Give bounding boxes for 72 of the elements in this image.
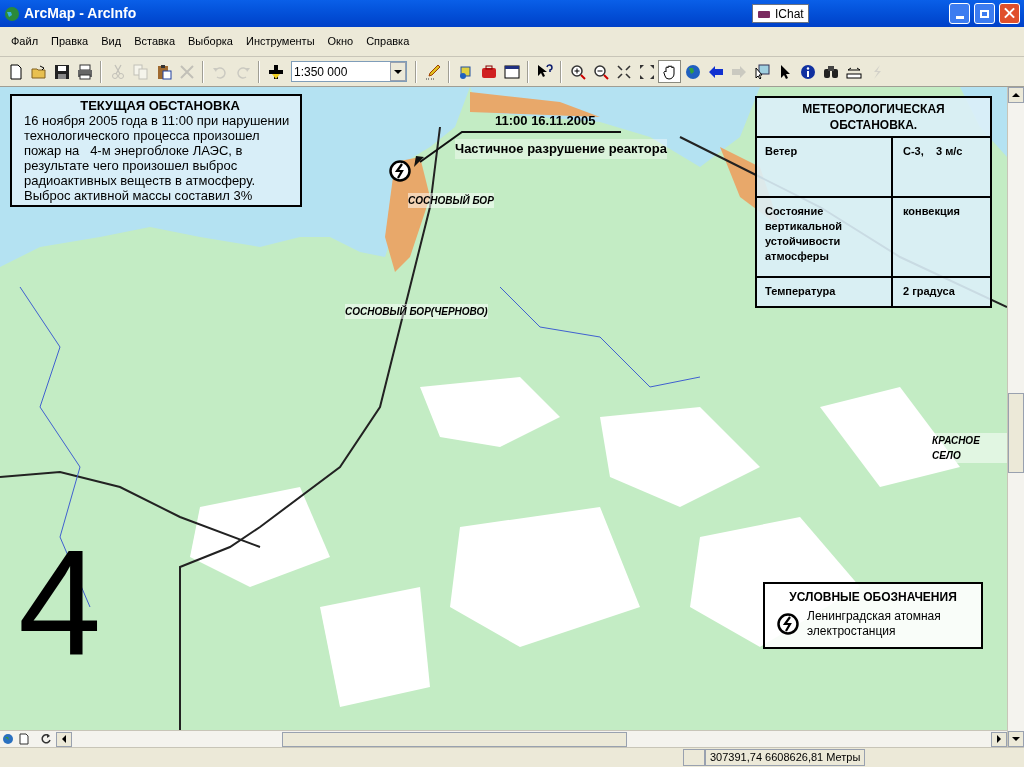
minimize-button[interactable]: [949, 3, 970, 24]
zoom-in-icon: [569, 63, 586, 80]
scroll-right-button[interactable]: [991, 731, 1007, 747]
close-button[interactable]: [999, 3, 1020, 24]
window-title: ArcMap - ArcInfo: [24, 4, 137, 23]
printer-icon: [76, 63, 93, 80]
horizontal-scrollbar[interactable]: [0, 730, 1007, 747]
legend-label: Ленинградская атомная электростанция: [807, 609, 942, 639]
pencil-icon: [424, 63, 441, 80]
menu-item[interactable]: Файл: [8, 33, 42, 50]
vertical-scrollbar[interactable]: [1007, 87, 1024, 747]
save-icon: [53, 63, 70, 80]
scroll-up-button[interactable]: [1008, 87, 1024, 103]
toolbox-icon: [480, 63, 497, 80]
slide-number: 4: [18, 527, 102, 677]
map-place-label: КРАСНОЕ СЕЛО: [932, 433, 1007, 463]
scissors-icon: [109, 63, 126, 80]
weather-parameter: Состояние вертикальной устойчивости атмосферы: [757, 198, 893, 276]
menu-item[interactable]: Выборка: [185, 33, 236, 50]
menu-item[interactable]: Вид: [98, 33, 125, 50]
hand-icon: [661, 63, 678, 80]
copy-icon: [132, 63, 149, 80]
weather-value: конвекция: [902, 204, 961, 219]
stack-icon: [457, 63, 474, 80]
select-features-icon: [753, 63, 770, 80]
add-plus-icon: [267, 63, 284, 80]
panel-title: ТЕКУЩАЯ ОБСТАНОВКА: [79, 98, 241, 113]
toolbar-button[interactable]: [658, 60, 681, 83]
weather-value: 2 градуса: [902, 284, 956, 299]
event-label: Частичное разрушение реактора: [455, 139, 667, 159]
clipboard-icon: [155, 63, 172, 80]
arrows-outward-icon: [638, 63, 655, 80]
scroll-thumb[interactable]: [1008, 393, 1024, 473]
binoculars-icon: [822, 63, 839, 80]
help-pointer-icon: [536, 63, 553, 80]
menu-item[interactable]: Окно: [324, 33, 357, 50]
weather-parameter: Температура: [757, 278, 893, 306]
menu-item[interactable]: Справка: [363, 33, 413, 50]
taskbar-hint[interactable]: IChat: [752, 4, 809, 23]
forward-arrow-icon: [730, 63, 747, 80]
status-panel: [683, 749, 705, 766]
open-folder-icon: [30, 63, 47, 80]
delete-icon: [178, 63, 195, 80]
event-time-label: 11:00 16.11.2005: [495, 112, 596, 130]
scroll-left-button[interactable]: [56, 731, 72, 747]
situation-text: 16 ноября 2005 года в 11:00 при нарушении технологического процесса произошел пожар на 4-м энергоблоке ЛАЭС, в результате чего произошел выброс радиоактивных веществ в атмосферу. Выброс активной массы составил 3%: [24, 113, 291, 203]
scroll-thumb[interactable]: [282, 731, 627, 747]
zoom-out-icon: [592, 63, 609, 80]
nuclear-plant-icon: [777, 613, 799, 635]
coordinates-readout: 307391,74 6608626,81 Метры: [705, 749, 866, 766]
legend-title: УСЛОВНЫЕ ОБОЗНАЧЕНИЯ: [788, 589, 958, 606]
globe-icon: [684, 63, 701, 80]
map-place-label: СОСНОВЫЙ БОР(ЧЕРНОВО): [345, 304, 488, 319]
refresh-icon[interactable]: [40, 733, 52, 745]
arrows-inward-icon: [615, 63, 632, 80]
menu-item[interactable]: Инструменты: [242, 33, 318, 50]
new-page-icon: [7, 63, 24, 80]
scroll-down-button[interactable]: [1008, 731, 1024, 747]
menu-item[interactable]: Вставка: [131, 33, 178, 50]
menu-item[interactable]: Правка: [48, 33, 92, 50]
window-icon: [503, 63, 520, 80]
nuclear-plant-icon: [389, 160, 411, 182]
scale-dropdown[interactable]: 1:350 000: [291, 61, 407, 82]
page-icon[interactable]: [18, 733, 30, 745]
info-icon: [799, 63, 816, 80]
globe-icon: [4, 5, 20, 22]
weather-table-title: МЕТЕОРОЛОГИЧЕСКАЯ ОБСТАНОВКА.: [757, 98, 990, 138]
weather-value: С-3, 3 м/с: [902, 144, 964, 159]
map-place-label: СОСНОВЫЙ БОР: [408, 193, 494, 208]
globe-icon[interactable]: [2, 733, 14, 745]
weather-parameter: Ветер: [757, 138, 893, 196]
restore-button[interactable]: [974, 3, 995, 24]
